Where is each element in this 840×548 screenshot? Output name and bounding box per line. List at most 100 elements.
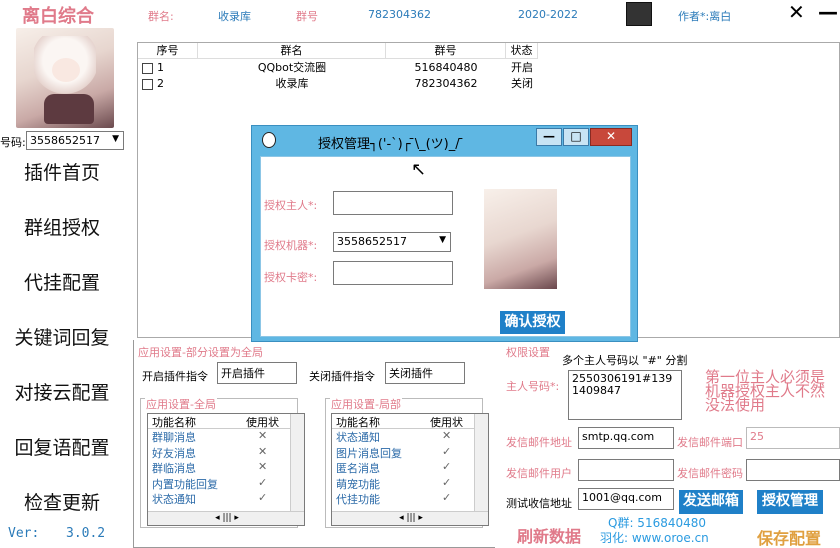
list-item[interactable]: 内置功能回复 ✓ — [148, 476, 304, 492]
minimize-icon[interactable]: — — [818, 0, 838, 24]
list-header: 功能名称 使用状 — [332, 414, 488, 429]
table-row[interactable]: 2 收录库 782304362 关闭 — [138, 76, 538, 91]
mail-user-label: 发信邮件用户 — [506, 467, 572, 480]
list-item[interactable]: 状态通知 ✕ — [332, 429, 488, 445]
sidebar-item-keyword-reply[interactable]: 关键词回复 — [0, 323, 124, 350]
maximize-icon[interactable]: □ — [563, 128, 589, 146]
version-number: 3.0.2 — [66, 526, 106, 541]
character-image — [484, 189, 557, 289]
sidebar-item-proxy-config[interactable]: 代挂配置 — [0, 268, 124, 295]
robot-select[interactable]: 3558652517 ▼ — [333, 232, 451, 252]
close-icon[interactable]: ✕ — [788, 0, 805, 24]
version-label: Ver: — [8, 526, 40, 541]
qq-select-value: 3558652517 — [30, 134, 100, 147]
site-text: 羽化: www.oroe.cn — [600, 531, 709, 545]
owner-input[interactable] — [333, 191, 453, 215]
test-mail-label: 测试收信地址 — [506, 497, 572, 510]
enable-cmd-label: 开启插件指令 — [142, 370, 208, 383]
sidebar: 离白综合 号码: 3558652517 ▼ 插件首页 群组授权 代挂配置 关键词… — [0, 0, 130, 548]
permissions-title: 权限设置 — [506, 346, 550, 359]
chevron-down-icon: ▼ — [112, 134, 119, 144]
global-settings-title: 应用设置-全局 — [145, 396, 217, 412]
group-no-label: 群号 — [296, 10, 318, 23]
row-status: 关闭 — [511, 77, 533, 90]
list-item[interactable]: 群临消息 ✕ — [148, 460, 304, 476]
qq-select[interactable]: 3558652517 ▼ — [26, 131, 124, 150]
mail-pass-label: 发信邮件密码 — [677, 467, 743, 480]
author: 作者*:离白 — [678, 10, 732, 23]
list-item[interactable]: 群聊消息 ✕ — [148, 429, 304, 445]
save-config-button[interactable]: 保存配置 — [757, 525, 821, 548]
auth-manage-button[interactable]: 授权管理 — [757, 490, 823, 514]
sidebar-item-reply-config[interactable]: 回复语配置 — [0, 433, 124, 460]
list-item[interactable]: 好友消息 ✕ — [148, 445, 304, 461]
refresh-data-button[interactable]: 刷新数据 — [517, 523, 581, 547]
smtp-input[interactable]: smtp.qq.com — [578, 427, 674, 449]
vertical-scrollbar[interactable] — [474, 414, 488, 513]
group-name-value: 收录库 — [218, 10, 251, 23]
col-id: 群号 — [386, 43, 506, 58]
confirm-auth-button[interactable]: 确认授权 — [500, 311, 565, 334]
local-settings-title: 应用设置-局部 — [330, 396, 402, 412]
mail-pass-input[interactable] — [746, 459, 840, 481]
cursor-icon: ↖ — [411, 159, 427, 180]
row-id: 516840480 — [414, 61, 478, 74]
row-name: 收录库 — [275, 77, 309, 90]
penguin-icon — [262, 132, 276, 148]
test-mail-input[interactable]: 1001@qq.com — [578, 488, 674, 510]
owner-input[interactable]: 2550306191#1391409847 — [568, 370, 682, 420]
col-status: 状态 — [506, 43, 538, 58]
row-checkbox[interactable] — [142, 62, 153, 74]
list-item[interactable]: 状态通知 ✓ — [148, 491, 304, 507]
table-row[interactable]: 1 QQbot交流圈 516840480 开启 — [138, 60, 538, 75]
list-header: 功能名称 使用状 — [148, 414, 304, 429]
group-name-label: 群名: — [148, 10, 174, 23]
dialog-title: 授权管理┐('-`)┌ ̄\_(ツ)_/ ̄ — [318, 137, 464, 152]
port-input[interactable]: 25 — [746, 427, 840, 449]
col-no: 序号 — [138, 43, 198, 58]
enable-cmd-input[interactable]: 开启插件 — [217, 362, 297, 384]
disable-cmd-label: 关闭插件指令 — [309, 370, 375, 383]
list-item[interactable]: 匿名消息 ✓ — [332, 460, 488, 476]
owner-label: 主人号码*: — [506, 380, 560, 393]
horizontal-scrollbar[interactable]: ◂ ||| ▸ — [332, 511, 488, 525]
horizontal-scrollbar[interactable]: ◂ ||| ▸ — [148, 511, 304, 525]
card-label: 授权卡密*: — [264, 271, 318, 284]
disable-cmd-input[interactable]: 关闭插件 — [385, 362, 465, 384]
sidebar-item-plugin-home[interactable]: 插件首页 — [0, 158, 124, 185]
author-avatar — [626, 2, 652, 26]
table-header: 序号 群名 群号 状态 — [138, 43, 538, 59]
mail-user-input[interactable] — [578, 459, 674, 481]
robot-label: 授权机器*: — [264, 239, 318, 252]
send-mail-button[interactable]: 发送邮箱 — [679, 490, 743, 514]
col-name: 群名 — [198, 43, 386, 58]
robot-select-value: 3558652517 — [337, 235, 407, 248]
auth-dialog: 授权管理┐('-`)┌ ̄\_(ツ)_/ ̄ — □ ✕ ↖ 授权主人*: 授权… — [251, 125, 638, 342]
owner-note: 第一位主人必须是机器授权主人不然没法使用 — [705, 368, 826, 414]
port-label: 发信邮件端口 — [677, 436, 743, 449]
vertical-scrollbar[interactable] — [290, 414, 304, 513]
close-icon[interactable]: ✕ — [590, 128, 632, 146]
card-input[interactable] — [333, 261, 453, 285]
row-name: QQbot交流圈 — [257, 61, 327, 74]
row-status: 开启 — [511, 61, 533, 74]
sidebar-item-cloud-config[interactable]: 对接云配置 — [0, 378, 124, 405]
dialog-body: ↖ 授权主人*: 授权机器*: 3558652517 ▼ 授权卡密*: 确认授权 — [260, 156, 631, 337]
sidebar-item-group-auth[interactable]: 群组授权 — [0, 213, 124, 240]
list-item[interactable]: 图片消息回复 ✓ — [332, 445, 488, 461]
minimize-icon[interactable]: — — [536, 128, 562, 146]
row-id: 782304362 — [414, 77, 478, 90]
list-item[interactable]: 萌宠功能 ✓ — [332, 476, 488, 492]
row-no: 1 — [157, 61, 164, 74]
date-range: 2020-2022 — [518, 8, 578, 21]
sidebar-item-check-update[interactable]: 检查更新 — [0, 488, 124, 515]
group-no-value: 782304362 — [368, 8, 431, 21]
app-settings-title: 应用设置-部分设置为全局 — [138, 346, 263, 359]
list-item[interactable]: 代挂功能 ✓ — [332, 491, 488, 507]
avatar — [16, 28, 114, 128]
global-feature-list[interactable]: 功能名称 使用状 群聊消息 ✕ 好友消息 ✕ 群临消息 ✕ 内置功能回复 ✓ 状态通知 ✓… — [147, 413, 305, 526]
local-feature-list[interactable]: 功能名称 使用状 状态通知 ✕ 图片消息回复 ✓ 匿名消息 ✓ 萌宠功能 ✓ 代挂功能 ✓… — [331, 413, 489, 526]
row-checkbox[interactable] — [142, 78, 153, 90]
row-no: 2 — [157, 77, 164, 90]
owner-hint: 多个主人号码以 "#" 分割 — [562, 354, 688, 367]
